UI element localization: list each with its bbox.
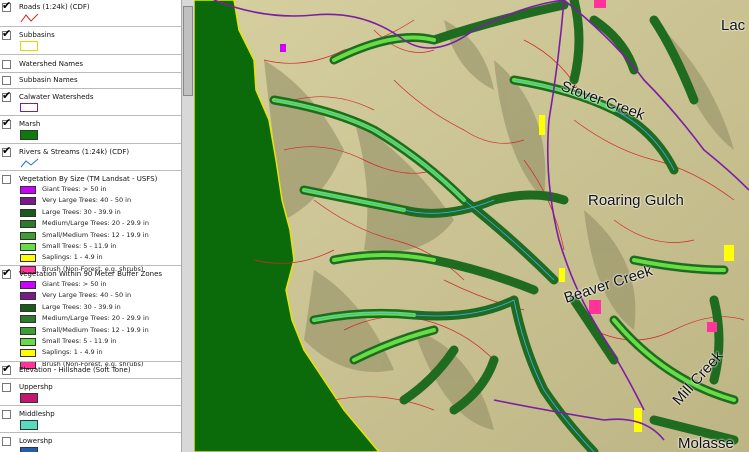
layer-calwater[interactable]: Calwater Watersheds — [2, 89, 94, 104]
veg-class-label: Small Trees: 5 - 11.9 in — [42, 242, 117, 250]
veg-class-label: Large Trees: 30 - 39.9 in — [42, 207, 121, 216]
veg-buffer-checkbox[interactable] — [2, 266, 11, 279]
veg-class-label: Saplings: 1 - 4.9 in — [42, 253, 103, 262]
veg-class-label: Small Trees: 5 - 11.9 in — [42, 337, 117, 345]
veg-swatch — [20, 231, 36, 240]
layer-label: Roads (1:24k) (CDF) — [19, 3, 90, 11]
veg-swatch — [20, 349, 36, 358]
divider — [0, 265, 181, 266]
label-lac: Lac — [721, 17, 746, 34]
divider — [0, 143, 181, 144]
legend-panel: Roads (1:24k) (CDF) Subbasins Watershed … — [0, 0, 182, 452]
map-view[interactable]: Stover Creek Roaring Gulch Beaver Creek … — [194, 0, 749, 452]
veg-swatch — [20, 186, 36, 194]
uppershp-swatch — [20, 393, 38, 403]
veg-class-label: Saplings: 1 - 4.9 in — [42, 348, 103, 357]
layer-label: Lowershp — [19, 437, 53, 445]
veg-class-label: Very Large Trees: 40 - 50 in — [42, 291, 132, 300]
watershed-names-checkbox[interactable] — [2, 59, 11, 69]
layer-lowershp[interactable]: Lowershp — [2, 434, 53, 448]
subbasin-symbol-icon — [20, 41, 38, 51]
layer-label: Elevation - Hillshade (Soft Tone) — [19, 366, 131, 374]
layer-label: Subbasin Names — [19, 76, 78, 84]
veg-class-label: Small/Medium Trees: 12 - 19.9 in — [42, 325, 149, 334]
layer-veg-size[interactable]: Vegetation By Size (TM Landsat - USFS) — [2, 172, 157, 186]
veg-swatch — [20, 315, 36, 324]
label-roaring-gulch: Roaring Gulch — [588, 192, 684, 209]
veg-class-label: Very Large Trees: 40 - 50 in — [42, 196, 132, 205]
lowershp-swatch — [20, 447, 38, 452]
layer-veg-buffer[interactable]: Vegetation Within 90 Meter Buffer Zones — [2, 266, 163, 281]
layer-label: Middleshp — [19, 410, 55, 418]
veg-swatch — [20, 220, 36, 229]
layer-label: Uppershp — [19, 383, 53, 391]
roads-symbol-icon — [20, 13, 39, 23]
layer-label: Calwater Watersheds — [19, 93, 94, 101]
marsh-checkbox[interactable] — [2, 116, 11, 129]
divider — [0, 432, 181, 433]
layer-marsh[interactable]: Marsh — [2, 116, 41, 131]
calwater-checkbox[interactable] — [2, 89, 11, 102]
veg-swatch — [20, 338, 36, 346]
veg-size-checkbox[interactable] — [2, 174, 11, 184]
veg-swatch — [20, 254, 36, 263]
layer-subbasin-names[interactable]: Subbasin Names — [2, 73, 78, 87]
marsh-symbol-icon — [20, 130, 38, 140]
layer-roads[interactable]: Roads (1:24k) (CDF) — [2, 0, 90, 14]
elevation-checkbox[interactable] — [2, 362, 11, 375]
divider — [0, 405, 181, 406]
middleshp-checkbox[interactable] — [2, 409, 11, 419]
roads-checkbox[interactable] — [2, 0, 11, 12]
layer-watershed-names[interactable]: Watershed Names — [2, 57, 83, 71]
subbasin-names-checkbox[interactable] — [2, 75, 11, 85]
layer-uppershp[interactable]: Uppershp — [2, 380, 53, 394]
watershed-symbol-icon — [20, 103, 38, 112]
veg-swatch — [20, 326, 36, 335]
veg-class-label: Giant Trees: > 50 in — [42, 185, 107, 193]
veg-swatch — [20, 292, 36, 301]
divider — [0, 26, 181, 27]
veg-swatch — [20, 303, 36, 312]
divider — [0, 88, 181, 89]
veg-class-label: Giant Trees: > 50 in — [42, 280, 107, 288]
stream-symbol-icon — [20, 158, 39, 168]
layer-middleshp[interactable]: Middleshp — [2, 407, 55, 421]
veg-swatch — [20, 243, 36, 251]
lowershp-checkbox[interactable] — [2, 436, 11, 446]
streams-checkbox[interactable] — [2, 144, 11, 157]
veg-swatch — [20, 281, 36, 289]
uppershp-checkbox[interactable] — [2, 382, 11, 392]
middleshp-swatch — [20, 420, 38, 430]
veg-class-label: Medium/Large Trees: 20 - 29.9 in — [42, 219, 149, 228]
layer-label: Vegetation Within 90 Meter Buffer Zones — [19, 270, 163, 278]
divider — [0, 361, 181, 362]
layer-label: Vegetation By Size (TM Landsat - USFS) — [19, 175, 158, 183]
veg-class-label: Medium/Large Trees: 20 - 29.9 in — [42, 314, 149, 323]
divider — [0, 378, 181, 379]
layer-elevation[interactable]: Elevation - Hillshade (Soft Tone) — [2, 362, 131, 377]
divider — [0, 54, 181, 55]
scrollbar-thumb[interactable] — [183, 6, 193, 96]
veg-swatch — [20, 197, 36, 206]
veg-class-label: Large Trees: 30 - 39.9 in — [42, 302, 121, 311]
divider — [0, 115, 181, 116]
divider — [0, 170, 181, 171]
map-canvas[interactable]: Stover Creek Roaring Gulch Beaver Creek … — [194, 0, 749, 452]
legend-scrollbar[interactable] — [181, 0, 195, 452]
subbasins-checkbox[interactable] — [2, 27, 11, 40]
layer-label: Marsh — [19, 120, 41, 128]
layer-label: Rivers & Streams (1:24k) (CDF) — [19, 148, 130, 156]
veg-swatch — [20, 208, 36, 217]
veg-class-label: Small/Medium Trees: 12 - 19.9 in — [42, 230, 149, 239]
layer-label: Watershed Names — [19, 60, 84, 68]
layer-label: Subbasins — [19, 31, 55, 39]
label-molasses: Molasse — [678, 435, 734, 452]
layer-subbasins[interactable]: Subbasins — [2, 27, 55, 42]
